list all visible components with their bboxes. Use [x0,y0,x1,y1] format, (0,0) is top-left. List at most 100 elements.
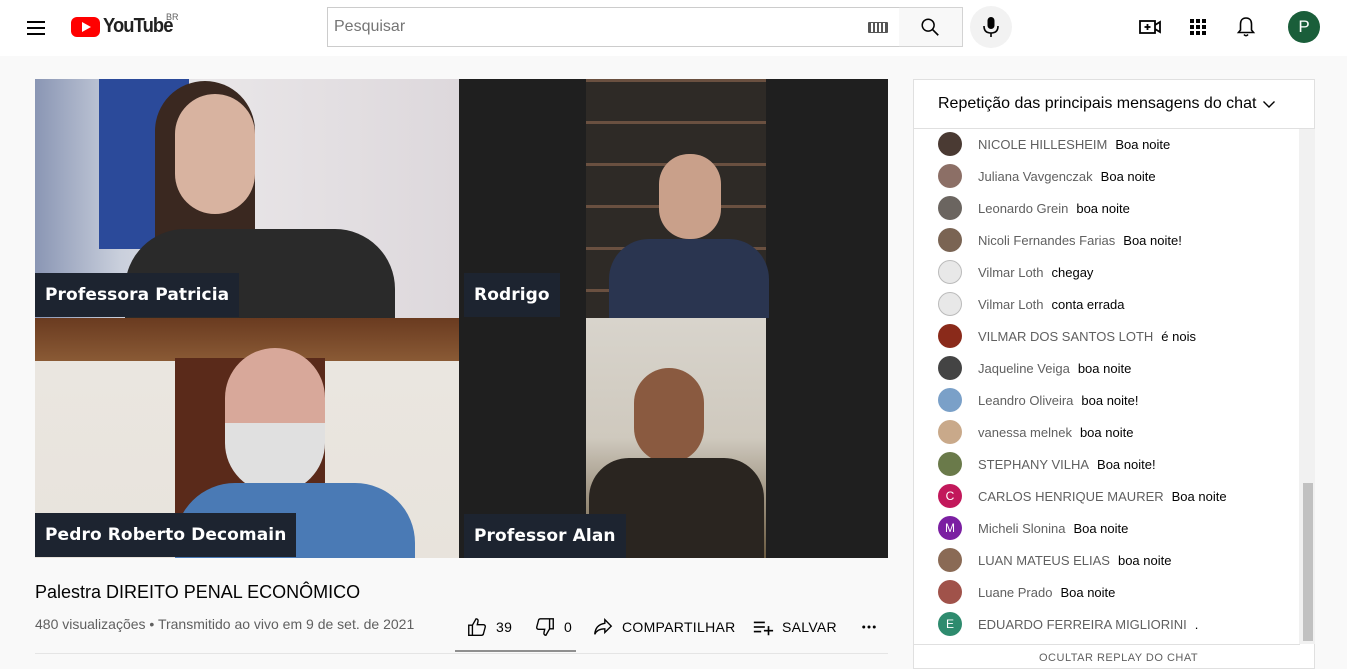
chat-message[interactable]: Vilmar Loth conta errada [938,292,1125,316]
chat-author-name: EDUARDO FERREIRA MIGLIORINI [978,616,1187,632]
video-player[interactable]: Professora Patricia Rodrigo Pedro Robert… [35,79,888,558]
chat-author-avatar [938,388,962,412]
chat-message[interactable]: NICOLE HILLESHEIM Boa noite [938,132,1170,156]
chat-message[interactable]: M Micheli Slonina Boa noite [938,516,1128,540]
chat-author-avatar [938,420,962,444]
avatar[interactable]: P [1288,11,1320,43]
save-button[interactable]: SALVAR [752,612,837,642]
participant-name-4: Professor Alan [464,514,626,558]
chat-mode-dropdown[interactable]: Repetição das principais mensagens do ch… [914,80,1314,129]
face-shape [175,94,255,214]
chat-author-name: Leandro Oliveira [978,392,1074,408]
face-shape [659,154,721,239]
participant-tile-3: Pedro Roberto Decomain [35,318,459,558]
dislike-button[interactable]: 0 [534,612,572,642]
chat-author-avatar [938,164,962,188]
chat-author-avatar [938,228,962,252]
chat-message[interactable]: Leandro Oliveira boa noite! [938,388,1139,412]
save-label: SALVAR [782,619,837,635]
chat-panel: Repetição das principais mensagens do ch… [913,79,1315,669]
notifications-icon[interactable] [1234,15,1258,39]
chat-author-avatar: E [938,612,962,636]
thumbs-up-icon [468,618,486,636]
chat-author-avatar [938,580,962,604]
chat-message-text: Boa noite! [1123,232,1182,248]
participant-name-3: Pedro Roberto Decomain [35,513,297,557]
hide-chat-replay-button[interactable]: OCULTAR REPLAY DO CHAT [1039,652,1198,664]
youtube-play-icon [71,16,100,37]
chat-message[interactable]: Luane Prado Boa noite [938,580,1115,604]
chat-message[interactable]: E EDUARDO FERREIRA MIGLIORINI. [938,612,1198,636]
search-button[interactable] [899,7,963,47]
chat-author-avatar: M [938,516,962,540]
participant-name-2: Rodrigo [464,273,560,317]
video-title: Palestra DIREITO PENAL ECONÔMICO [35,582,361,602]
dislike-count: 0 [564,619,573,635]
search-input[interactable] [328,8,848,46]
chat-message-text: conta errada [1051,296,1125,312]
chat-message-text: boa noite [1079,424,1134,440]
share-button[interactable]: COMPARTILHAR [592,612,736,642]
chat-author-name: Nicoli Fernandes Farias [978,232,1116,248]
chat-message-text: Boa noite! [1097,456,1156,472]
chat-author-name: Leonardo Grein [978,200,1069,216]
chat-message-text: Boa noite [1073,520,1129,536]
chat-message[interactable]: LUAN MATEUS ELIAS boa noite [938,548,1171,572]
chat-message[interactable]: VILMAR DOS SANTOS LOTH é nois [938,324,1196,348]
apps-icon[interactable] [1186,15,1210,39]
chat-message-text: boa noite [1117,552,1172,568]
thumbs-down-icon [536,618,554,636]
more-horizontal-icon [862,625,876,629]
chat-author-name: LUAN MATEUS ELIAS [978,552,1110,568]
participant-tile-1: Professora Patricia [35,79,459,318]
chat-message-text: . [1194,616,1199,632]
search-icon [921,18,939,36]
participant-tile-4: Professor Alan [459,318,888,558]
more-actions-button[interactable] [860,612,886,642]
chat-message[interactable]: Jaqueline Veiga boa noite [938,356,1131,380]
chat-author-name: Micheli Slonina [978,520,1066,536]
chat-message[interactable]: Leonardo Grein boa noite [938,196,1130,220]
chat-author-name: Vilmar Loth [978,296,1044,312]
chat-author-avatar [938,260,962,284]
top-bar: YouTube BR P [0,0,1347,56]
youtube-logo[interactable]: YouTube [71,15,179,38]
participant-tile-2: Rodrigo [459,79,888,318]
menu-icon[interactable] [24,16,48,40]
chat-message[interactable]: Juliana Vavgenczak Boa noite [938,164,1156,188]
chat-message[interactable]: vanessa melnek boa noite [938,420,1133,444]
chat-message-text: Boa noite [1100,168,1156,184]
chat-message[interactable]: C CARLOS HENRIQUE MAURER Boa noite [938,484,1227,508]
share-label: COMPARTILHAR [622,619,736,635]
create-video-icon[interactable] [1138,15,1162,39]
chat-message[interactable]: STEPHANY VILHA Boa noite! [938,452,1156,476]
participant-name-1: Professora Patricia [35,273,240,317]
like-ratio-bar [455,650,576,652]
chat-author-name: vanessa melnek [978,424,1072,440]
chat-header-title: Repetição das principais mensagens do ch… [938,95,1257,112]
mic-icon [983,17,999,37]
share-icon [594,618,613,635]
like-count: 39 [496,619,513,635]
chevron-down-icon [1263,101,1276,108]
chat-author-name: CARLOS HENRIQUE MAURER [978,488,1164,504]
keyboard-icon[interactable] [868,22,888,33]
logo-text: YouTube [103,15,173,37]
chat-author-name: Luane Prado [978,584,1053,600]
country-code: BR [166,12,179,22]
chat-message[interactable]: Nicoli Fernandes Farias Boa noite! [938,228,1182,252]
playlist-add-icon [753,621,774,636]
chat-message[interactable]: Vilmar Loth chegay [938,260,1093,284]
search-box [327,7,900,47]
face-shape [634,368,704,463]
like-button[interactable]: 39 [466,612,512,642]
chat-scrollbar[interactable] [1299,129,1315,644]
chat-message-text: boa noite! [1081,392,1139,408]
chat-message-text: é nois [1161,328,1196,344]
chat-author-avatar [938,132,962,156]
chat-author-avatar [938,356,962,380]
voice-search-button[interactable] [970,6,1012,48]
chat-author-name: NICOLE HILLESHEIM [978,136,1108,152]
chat-scrollbar-thumb[interactable] [1303,483,1313,641]
chat-message-text: boa noite [1076,200,1130,216]
